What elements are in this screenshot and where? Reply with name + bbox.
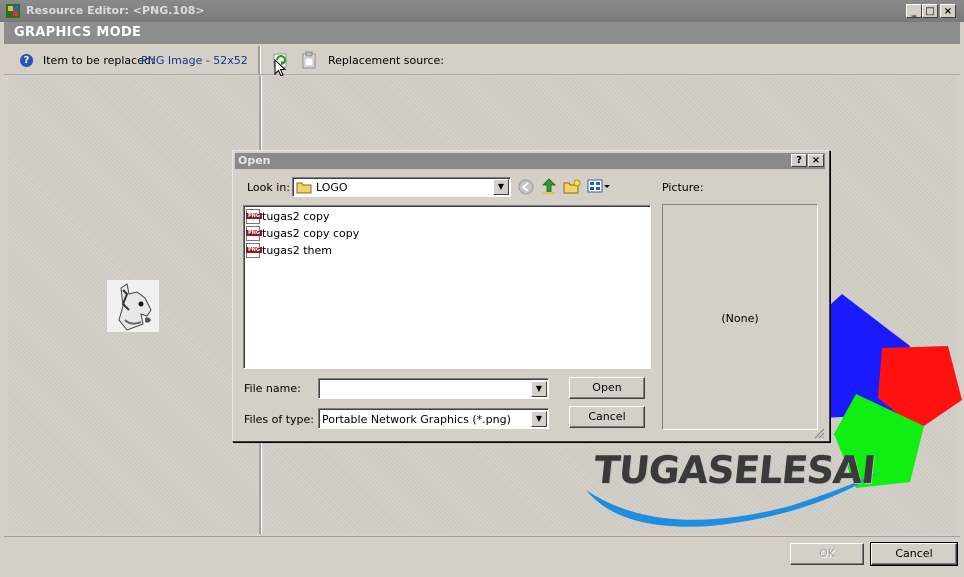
minimize-button[interactable]: _	[906, 4, 922, 18]
files-of-type-label: Files of type:	[244, 413, 315, 426]
view-menu-icon[interactable]	[587, 179, 611, 194]
file-name-label: File name:	[244, 382, 301, 395]
look-in-value: LOGO	[316, 181, 348, 194]
chevron-down-icon[interactable]: ▼	[531, 381, 547, 397]
picture-label: Picture:	[662, 181, 704, 194]
app-icon	[6, 4, 20, 18]
mouse-cursor-icon	[274, 59, 287, 77]
preview-placeholder: (None)	[721, 312, 759, 325]
dialog-cancel-button[interactable]: Cancel	[569, 406, 645, 428]
file-name-combo[interactable]: ▼	[318, 378, 549, 399]
back-icon[interactable]	[518, 179, 534, 195]
file-list[interactable]: PNG tugas2 copy PNG tugas2 copy copy PNG…	[243, 205, 651, 369]
info-bar: ? Item to be replaced: PNG Image - 52x52…	[4, 44, 960, 77]
clipboard-icon[interactable]	[302, 51, 316, 69]
close-button[interactable]: ×	[940, 4, 956, 18]
list-item[interactable]: PNG tugas2 copy copy	[246, 226, 446, 242]
folder-icon	[296, 182, 312, 194]
up-folder-icon[interactable]	[541, 178, 557, 195]
maximize-button[interactable]: □	[922, 4, 938, 18]
png-file-icon: PNG	[246, 243, 262, 258]
dialog-help-button[interactable]: ?	[791, 154, 807, 167]
item-to-replace-label: Item to be replaced:	[43, 54, 155, 67]
look-in-combo[interactable]: LOGO ▼	[292, 177, 511, 197]
dialog-title: Open	[238, 154, 271, 167]
chevron-down-icon[interactable]: ▼	[531, 411, 547, 427]
help-icon[interactable]: ?	[20, 54, 33, 67]
new-folder-icon[interactable]	[563, 179, 581, 194]
look-in-label: Look in:	[247, 181, 290, 194]
dialog-close-button[interactable]: ×	[808, 154, 824, 167]
chevron-down-icon[interactable]: ▼	[493, 179, 509, 195]
open-dialog: Open ? × Look in: LOGO ▼ PNG tugas2 copy	[232, 150, 830, 442]
png-file-icon: PNG	[246, 209, 262, 224]
divider	[258, 46, 261, 74]
watermark-text: TUGASELESAI	[591, 448, 878, 492]
picture-preview: (None)	[662, 204, 818, 430]
window-title: Resource Editor: <PNG.108>	[26, 4, 205, 17]
mode-title: GRAPHICS MODE	[14, 25, 142, 40]
file-name: tugas2 them	[262, 244, 333, 257]
file-name: tugas2 copy copy	[262, 227, 360, 240]
item-to-replace-value: PNG Image - 52x52	[141, 54, 248, 67]
open-button[interactable]: Open	[569, 377, 645, 399]
mode-bar: GRAPHICS MODE	[4, 22, 960, 44]
png-file-icon: PNG	[246, 226, 262, 241]
ok-button[interactable]: OK	[790, 543, 864, 565]
original-image-pane	[8, 76, 258, 534]
window-titlebar[interactable]: Resource Editor: <PNG.108> _ □ ×	[0, 0, 964, 22]
list-item[interactable]: PNG tugas2 them	[246, 243, 446, 259]
dialog-titlebar[interactable]: Open ? ×	[235, 153, 825, 169]
file-name: tugas2 copy	[262, 210, 330, 223]
original-png-preview	[107, 280, 159, 332]
resize-grip-icon[interactable]	[813, 427, 825, 439]
files-of-type-combo[interactable]: Portable Network Graphics (*.png) ▼	[318, 408, 549, 429]
files-of-type-value: Portable Network Graphics (*.png)	[322, 413, 511, 426]
list-item[interactable]: PNG tugas2 copy	[246, 209, 446, 225]
cancel-button[interactable]: Cancel	[870, 542, 958, 566]
replacement-source-label: Replacement source:	[328, 54, 445, 67]
footer-bar: OK Cancel	[4, 536, 960, 575]
